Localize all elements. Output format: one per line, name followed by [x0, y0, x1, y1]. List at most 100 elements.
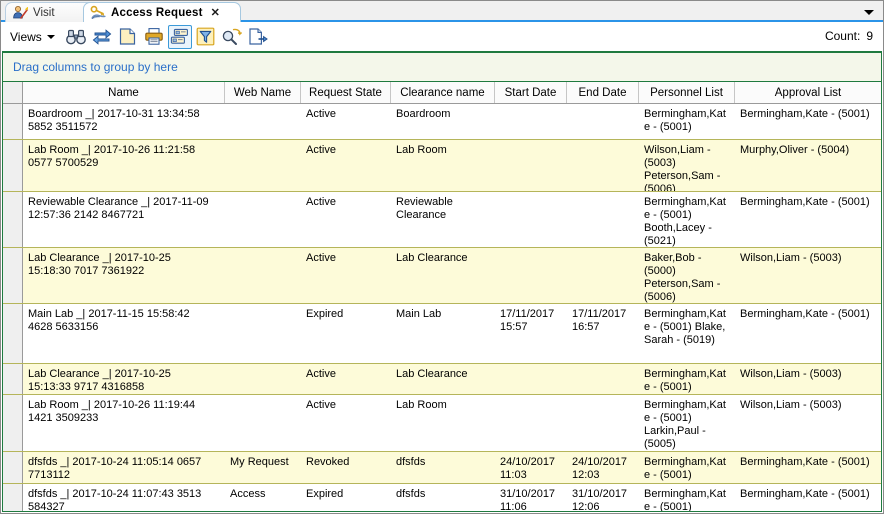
table-row[interactable]: dfsfds _| 2017-10-24 11:05:14 0657 771311…: [3, 452, 881, 484]
cell-approval-list: Bermingham,Kate - (5001): [740, 108, 870, 120]
cell-approval-list: Bermingham,Kate - (5001): [740, 456, 870, 468]
cell-personnel-list: Bermingham,Kate - (5001): [644, 108, 726, 133]
tab-close-icon[interactable]: ✕: [211, 6, 220, 19]
cell-personnel-list: Bermingham,Kate - (5001): [644, 488, 726, 511]
cell-clearance-name: dfsfds: [396, 456, 426, 468]
cell-request-state: Active: [306, 196, 336, 208]
cell-web-name: My Request: [230, 456, 289, 468]
table-row[interactable]: Lab Clearance _| 2017-10-25 15:18:30 7017…: [3, 248, 881, 304]
print-icon[interactable]: [142, 25, 166, 49]
cell-end-date: 24/10/2017 12:03: [572, 456, 628, 481]
filter-funnel-icon[interactable]: [194, 25, 218, 49]
access-request-key-icon: [90, 5, 106, 20]
cell-start-date: [495, 104, 567, 139]
views-label: Views: [10, 29, 42, 44]
tab-access-request[interactable]: Access Request ✕: [83, 2, 241, 22]
column-header-request-state[interactable]: Request State: [301, 82, 391, 103]
row-indicator: [3, 192, 23, 247]
cell-clearance-name: Boardroom: [396, 108, 451, 120]
cell-end-date: [567, 395, 639, 451]
cell-web-name: [225, 395, 301, 451]
cell-approval-list: Wilson,Liam - (5003): [740, 399, 842, 411]
row-indicator: [3, 140, 23, 191]
table-row[interactable]: Reviewable Clearance _| 2017-11-09 12:57:…: [3, 192, 881, 248]
views-dropdown-button[interactable]: Views: [7, 26, 58, 48]
cell-end-date: [567, 192, 639, 247]
table-row[interactable]: Main Lab _| 2017-11-15 15:58:42 4628 5633…: [3, 304, 881, 364]
column-header-name[interactable]: Name: [23, 82, 225, 103]
cell-personnel-list: Bermingham,Kate - (5001): [644, 456, 726, 481]
find-binoculars-icon[interactable]: [64, 25, 88, 49]
table-row[interactable]: Lab Room _| 2017-10-26 11:19:44 1421 3509…: [3, 395, 881, 452]
table-row[interactable]: Lab Room _| 2017-10-26 11:21:58 0577 5700…: [3, 140, 881, 192]
cell-start-date: [495, 140, 567, 191]
refresh-icon[interactable]: [90, 25, 114, 49]
toolbar: Views Count: 9: [1, 22, 883, 51]
column-header-web-name[interactable]: Web Name: [225, 82, 301, 103]
cell-start-date: [495, 364, 567, 394]
cell-request-state: Active: [306, 144, 336, 156]
cell-clearance-name: Lab Clearance: [396, 368, 468, 380]
cell-request-state: Active: [306, 252, 336, 264]
row-indicator: [3, 104, 23, 139]
cell-end-date: [567, 364, 639, 394]
export-icon[interactable]: [246, 25, 270, 49]
row-indicator: [3, 248, 23, 303]
cell-request-state: Active: [306, 399, 336, 411]
group-by-hint: Drag columns to group by here: [13, 60, 178, 74]
tab-strip: Visit Access Request ✕: [1, 1, 883, 22]
new-document-icon[interactable]: [116, 25, 140, 49]
caret-down-icon: [46, 34, 55, 39]
cell-end-date: 17/11/2017 16:57: [572, 308, 627, 333]
cell-name: Lab Clearance _| 2017-10-25 15:18:30 7017…: [28, 252, 171, 277]
count-label: Count:: [824, 29, 861, 43]
table-row[interactable]: Boardroom _| 2017-10-31 13:34:58 5852 351…: [3, 104, 881, 140]
cell-request-state: Active: [306, 108, 336, 120]
cell-start-date: [495, 248, 567, 303]
row-indicator: [3, 364, 23, 394]
tab-access-request-label: Access Request: [111, 6, 203, 19]
cell-web-name: [225, 192, 301, 247]
cell-start-date: [495, 192, 567, 247]
cell-clearance-name: Main Lab: [396, 308, 442, 320]
grid-header-row: Name Web Name Request State Clearance na…: [3, 82, 881, 104]
column-header-approval-list[interactable]: Approval List: [735, 82, 881, 103]
search-refresh-icon[interactable]: [220, 25, 244, 49]
cell-clearance-name: Reviewable Clearance: [396, 196, 453, 221]
cell-clearance-name: dfsfds: [396, 488, 426, 500]
column-header-end-date[interactable]: End Date: [567, 82, 639, 103]
group-by-panel[interactable]: Drag columns to group by here: [3, 53, 881, 82]
tab-visit-label: Visit: [33, 6, 55, 19]
cell-end-date: [567, 104, 639, 139]
cell-web-name: [225, 304, 301, 363]
card-view-icon[interactable]: [167, 24, 192, 49]
cell-web-name: [225, 140, 301, 191]
cell-web-name: [225, 104, 301, 139]
cell-name: dfsfds _| 2017-10-24 11:07:43 3513 584327: [28, 488, 202, 511]
cell-end-date: [567, 248, 639, 303]
cell-request-state: Active: [306, 368, 336, 380]
column-header-start-date[interactable]: Start Date: [495, 82, 567, 103]
cell-name: Main Lab _| 2017-11-15 15:58:42 4628 5633…: [28, 308, 190, 333]
cell-name: Lab Room _| 2017-10-26 11:19:44 1421 3509…: [28, 399, 196, 424]
column-header-personnel-list[interactable]: Personnel List: [639, 82, 735, 103]
cell-request-state: Expired: [306, 488, 344, 500]
cell-clearance-name: Lab Room: [396, 144, 447, 156]
cell-name: Reviewable Clearance _| 2017-11-09 12:57:…: [28, 196, 209, 221]
cell-approval-list: Wilson,Liam - (5003): [740, 368, 842, 380]
cell-personnel-list: Wilson,Liam - (5003) Peterson,Sam - (500…: [644, 144, 721, 191]
cell-start-date: 31/10/2017 11:06: [500, 488, 556, 511]
cell-approval-list: Murphy,Oliver - (5004): [740, 144, 850, 156]
tab-overflow-chevron-down-icon[interactable]: [863, 6, 875, 18]
table-row[interactable]: Lab Clearance _| 2017-10-25 15:13:33 9717…: [3, 364, 881, 395]
row-indicator: [3, 395, 23, 451]
table-row[interactable]: dfsfds _| 2017-10-24 11:07:43 3513 584327…: [3, 484, 881, 511]
cell-personnel-list: Bermingham,Kate - (5001) Booth,Lacey - (…: [644, 196, 726, 247]
cell-approval-list: Wilson,Liam - (5003): [740, 252, 842, 264]
cell-web-name: Access: [230, 488, 266, 500]
cell-personnel-list: Bermingham,Kate - (5001): [644, 368, 726, 393]
cell-name: Boardroom _| 2017-10-31 13:34:58 5852 351…: [28, 108, 200, 133]
cell-clearance-name: Lab Clearance: [396, 252, 468, 264]
count-value: 9: [866, 29, 873, 43]
column-header-clearance-name[interactable]: Clearance name: [391, 82, 495, 103]
